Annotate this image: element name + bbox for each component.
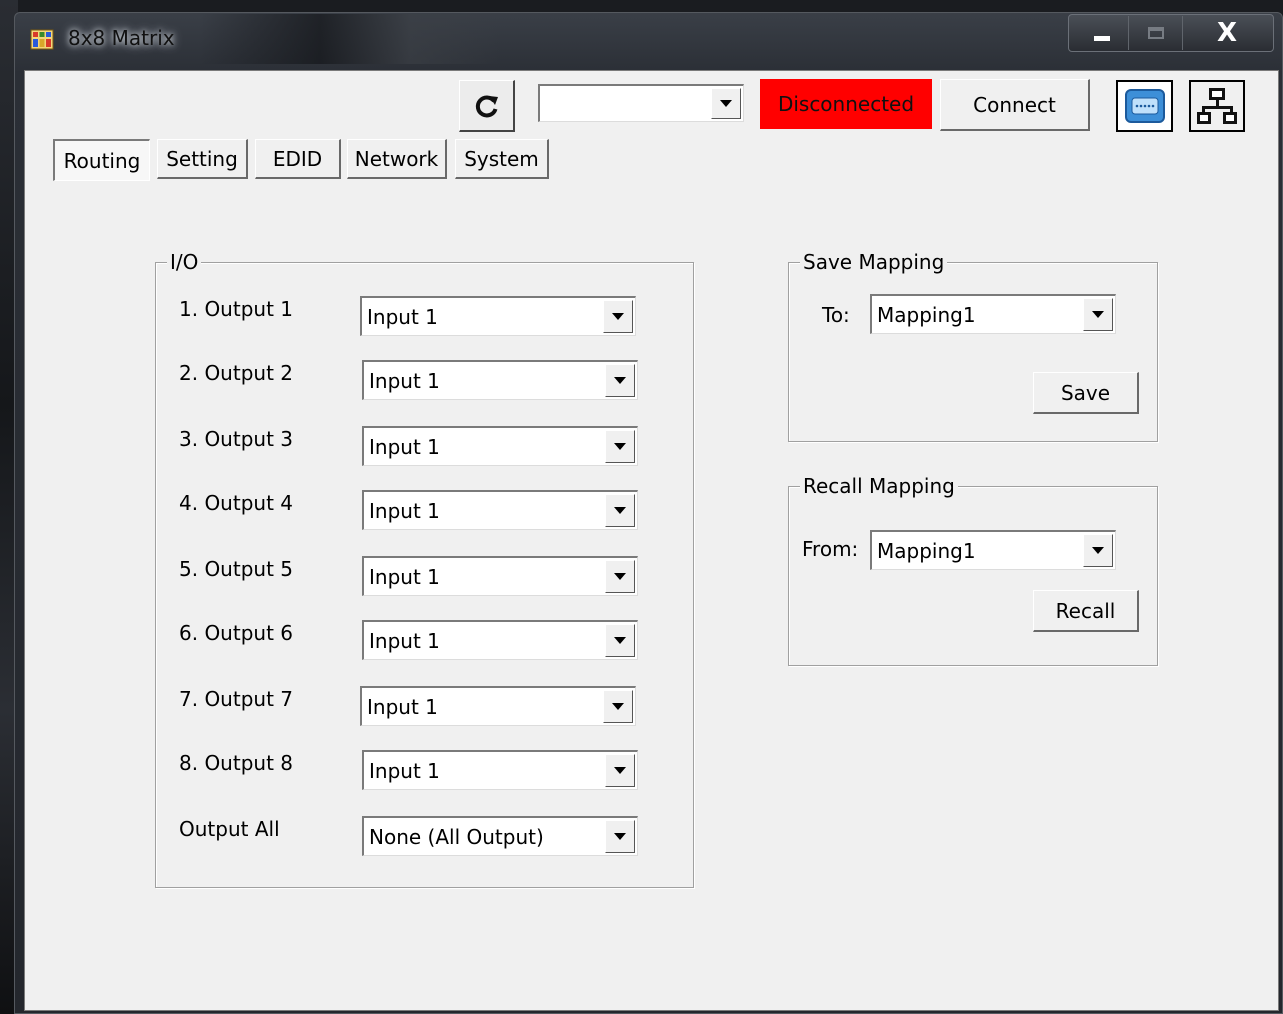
connect-button[interactable]: Connect: [940, 79, 1090, 131]
network-icon: [1197, 88, 1237, 124]
title-bar-glass: [200, 14, 500, 64]
save-mapping-group: [788, 262, 1158, 442]
output-7-value: Input 1: [367, 694, 438, 719]
tab-edid[interactable]: EDID: [255, 139, 341, 179]
output-7-label: 7. Output 7: [179, 687, 293, 711]
output-1-label: 1. Output 1: [179, 297, 293, 321]
recall-mapping-group: [788, 486, 1158, 666]
output-5-value: Input 1: [369, 564, 440, 589]
refresh-icon: [475, 95, 498, 117]
chevron-down-icon[interactable]: [711, 88, 741, 119]
close-button[interactable]: X: [1183, 16, 1271, 50]
chevron-down-icon[interactable]: [605, 430, 635, 463]
tab-routing[interactable]: Routing: [53, 139, 150, 181]
save-mapping-select[interactable]: Mapping1: [870, 294, 1116, 334]
output-4-select[interactable]: Input 1: [362, 490, 638, 530]
recall-button[interactable]: Recall: [1033, 590, 1139, 632]
close-icon: X: [1216, 18, 1238, 48]
recall-mapping-legend: Recall Mapping: [800, 474, 958, 498]
tab-system[interactable]: System: [455, 139, 549, 179]
window-title: 8x8 Matrix: [68, 26, 175, 50]
save-button[interactable]: Save: [1033, 372, 1139, 414]
output-8-value: Input 1: [369, 758, 440, 783]
refresh-button[interactable]: [459, 80, 515, 132]
output-8-select[interactable]: Input 1: [362, 750, 638, 790]
output-6-select[interactable]: Input 1: [362, 620, 638, 660]
minimize-icon: [1093, 35, 1110, 41]
output-7-select[interactable]: Input 1: [360, 686, 636, 726]
output-2-label: 2. Output 2: [179, 361, 293, 385]
recall-mapping-value: Mapping1: [877, 538, 976, 563]
output-5-label: 5. Output 5: [179, 557, 293, 581]
save-mapping-legend: Save Mapping: [800, 250, 948, 274]
recall-from-label: From:: [802, 537, 859, 561]
chevron-down-icon[interactable]: [605, 494, 635, 527]
chevron-down-icon[interactable]: [605, 624, 635, 657]
io-group-legend: I/O: [167, 250, 202, 274]
network-button[interactable]: [1189, 80, 1245, 132]
matrix-app-icon[interactable]: [30, 27, 54, 51]
output-8-label: 8. Output 8: [179, 751, 293, 775]
chevron-down-icon[interactable]: [1083, 534, 1113, 567]
chevron-down-icon[interactable]: [1083, 298, 1113, 331]
output-all-select[interactable]: None (All Output): [362, 816, 638, 856]
output-4-label: 4. Output 4: [179, 491, 293, 515]
output-5-select[interactable]: Input 1: [362, 556, 638, 596]
serial-port-icon: [1124, 89, 1165, 123]
minimize-button[interactable]: [1075, 16, 1129, 50]
output-1-select[interactable]: Input 1: [360, 296, 636, 336]
recall-mapping-select[interactable]: Mapping1: [870, 530, 1116, 570]
save-to-label: To:: [822, 303, 850, 327]
tab-network[interactable]: Network: [347, 139, 447, 179]
output-all-label: Output All: [179, 817, 280, 841]
chevron-down-icon[interactable]: [603, 300, 633, 333]
maximize-button[interactable]: [1129, 16, 1183, 50]
chevron-down-icon[interactable]: [603, 690, 633, 723]
output-2-value: Input 1: [369, 368, 440, 393]
output-3-value: Input 1: [369, 434, 440, 459]
output-3-label: 3. Output 3: [179, 427, 293, 451]
maximize-icon: [1147, 27, 1164, 39]
tab-setting[interactable]: Setting: [157, 139, 248, 179]
save-mapping-value: Mapping1: [877, 302, 976, 327]
output-all-value: None (All Output): [369, 824, 544, 849]
output-3-select[interactable]: Input 1: [362, 426, 638, 466]
port-select[interactable]: [538, 84, 744, 122]
output-6-label: 6. Output 6: [179, 621, 293, 645]
output-4-value: Input 1: [369, 498, 440, 523]
chevron-down-icon[interactable]: [605, 560, 635, 593]
chevron-down-icon[interactable]: [605, 364, 635, 397]
connection-status: Disconnected: [760, 79, 932, 129]
chevron-down-icon[interactable]: [605, 754, 635, 787]
output-1-value: Input 1: [367, 304, 438, 329]
chevron-down-icon[interactable]: [605, 820, 635, 853]
serial-port-button[interactable]: [1116, 80, 1173, 132]
output-2-select[interactable]: Input 1: [362, 360, 638, 400]
output-6-value: Input 1: [369, 628, 440, 653]
